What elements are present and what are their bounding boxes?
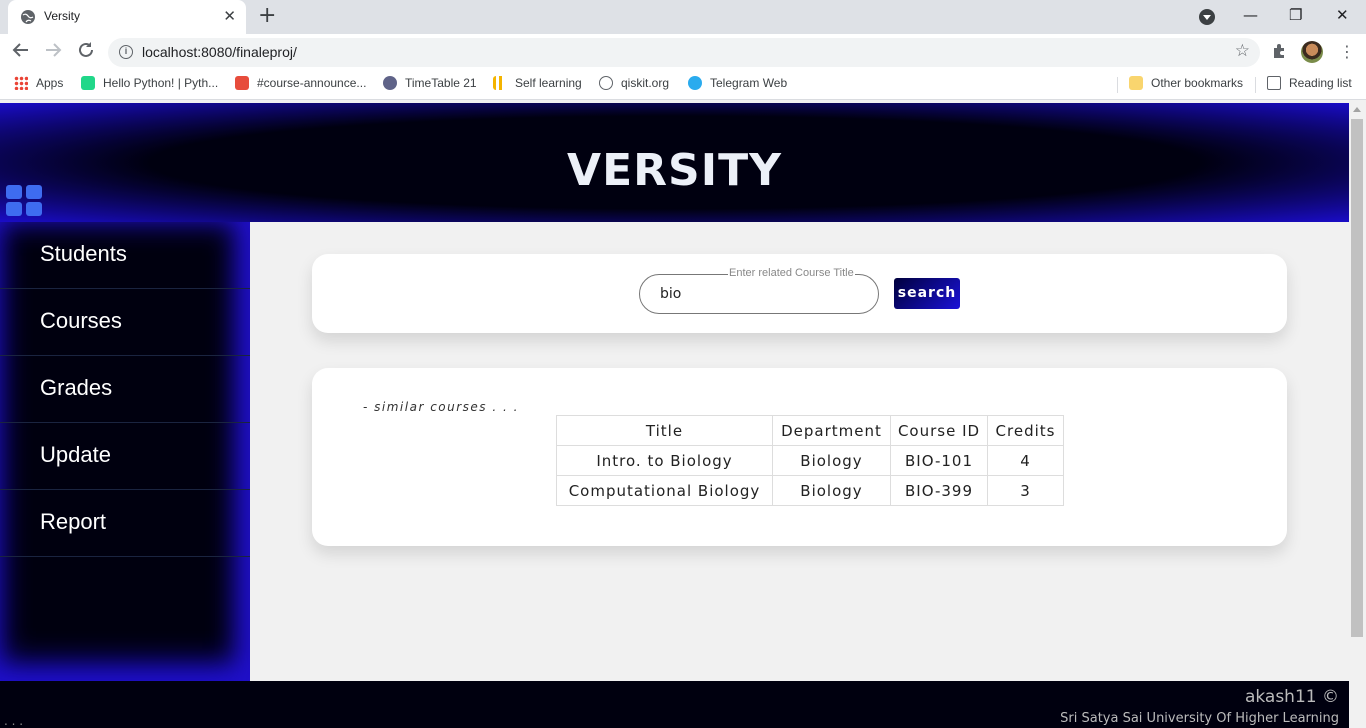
column-header: Department [772,415,891,446]
apps-grid-icon [14,76,28,90]
menu-grid-icon[interactable] [6,185,44,217]
search-button[interactable]: search [894,278,960,309]
bookmarks-divider [1255,77,1256,93]
sidebar-item-label: Courses [40,308,122,333]
search-card: Enter related Course Title search [312,254,1287,333]
bookmarks-divider [1117,77,1118,93]
table-header-row: Title Department Course ID Credits [556,415,1064,446]
reload-icon[interactable] [77,41,95,64]
course-title-field[interactable]: Enter related Course Title [639,267,879,314]
back-icon[interactable] [12,41,30,64]
table-cell: 3 [987,475,1064,506]
bookmark-course-announce[interactable]: #course-announce... [235,76,366,90]
course-title-input[interactable] [660,286,860,302]
forward-icon[interactable] [44,41,62,64]
sidebar-item-update[interactable]: Update [0,423,250,490]
bookmark-timetable[interactable]: TimeTable 21 [383,76,477,90]
sidebar-item-grades[interactable]: Grades [0,356,250,423]
bar-chart-icon [493,76,507,90]
table-cell: BIO-399 [890,475,988,506]
close-window-button[interactable]: ✕ [1336,5,1349,25]
browser-toolbar: i localhost:8080/finaleproj/ ☆ ⋮ [0,34,1366,70]
courses-table: Title Department Course ID Credits Intro… [556,415,1064,506]
tab-close-icon[interactable]: ✕ [223,8,236,24]
table-row: Computational Biology Biology BIO-399 3 [556,475,1064,506]
results-card: - similar courses . . . Title Department… [312,368,1287,546]
folder-icon [1129,76,1143,90]
globe-icon [599,76,613,90]
table-cell: BIO-101 [890,445,988,476]
profile-avatar[interactable] [1301,41,1323,63]
course-title-legend: Enter related Course Title [728,267,855,279]
browser-tab-bar: Versity ✕ + — ❐ ✕ [0,0,1366,34]
column-header: Course ID [890,415,988,446]
reading-list[interactable]: Reading list [1267,76,1352,90]
browser-menu-icon[interactable]: ⋮ [1339,42,1355,61]
sidebar-item-label: Grades [40,375,113,400]
sidebar-item-label: Report [40,509,107,534]
telegram-icon [688,76,702,90]
footer-dots: . . . [4,714,24,728]
tab-search-icon[interactable] [1199,9,1215,25]
footer-author: akash11 © [1244,687,1339,707]
bookmark-telegram[interactable]: Telegram Web [688,76,787,90]
bookmarks-bar: Apps Hello Python! | Pyth... #course-ann… [0,70,1366,100]
extensions-icon[interactable] [1272,43,1288,63]
sidebar-item-report[interactable]: Report [0,490,250,557]
sidebar-item-courses[interactable]: Courses [0,289,250,356]
column-header: Title [556,415,773,446]
url-text[interactable]: localhost:8080/finaleproj/ [142,44,297,60]
sidebar-item-label: Students [40,241,127,266]
sidebar-item-label: Update [40,442,111,467]
table-row: Intro. to Biology Biology BIO-101 4 [556,445,1064,476]
reading-list-icon [1267,76,1281,90]
new-tab-button[interactable]: + [258,5,276,27]
scroll-up-icon[interactable] [1353,107,1361,112]
page-scrollbar[interactable] [1349,103,1366,728]
page-viewport: VERSITY Students Courses Grades Update R… [0,103,1349,728]
bookmark-star-icon[interactable]: ☆ [1235,41,1250,61]
browser-tab[interactable]: Versity ✕ [8,0,246,34]
timetable-icon [383,76,397,90]
site-title: VERSITY [567,145,782,196]
column-header: Credits [987,415,1064,446]
other-bookmarks[interactable]: Other bookmarks [1129,76,1243,90]
sidebar: Students Courses Grades Update Report [0,222,250,682]
sidebar-item-students[interactable]: Students [0,222,250,289]
table-cell: Biology [772,445,891,476]
table-cell: 4 [987,445,1064,476]
similar-courses-note: - similar courses . . . [363,400,519,414]
restore-button[interactable]: ❐ [1289,5,1302,25]
scroll-thumb[interactable] [1351,119,1363,637]
bookmark-qiskit[interactable]: qiskit.org [599,76,669,90]
site-info-icon[interactable]: i [119,45,133,59]
course-icon [235,76,249,90]
table-cell: Computational Biology [556,475,773,506]
footer-university: Sri Satya Sai University Of Higher Learn… [1060,711,1339,726]
pycharm-icon [81,76,95,90]
site-header: VERSITY [0,103,1349,222]
bookmark-apps[interactable]: Apps [14,76,63,90]
bookmark-hello-python[interactable]: Hello Python! | Pyth... [81,76,218,90]
table-cell: Biology [772,475,891,506]
tab-title: Versity [44,9,81,23]
minimize-button[interactable]: — [1243,5,1258,25]
globe-icon [21,10,35,24]
address-bar[interactable]: i localhost:8080/finaleproj/ ☆ [108,38,1260,67]
table-cell: Intro. to Biology [556,445,773,476]
site-footer: . . . akash11 © Sri Satya Sai University… [0,681,1349,728]
bookmark-self-learning[interactable]: Self learning [493,76,582,90]
